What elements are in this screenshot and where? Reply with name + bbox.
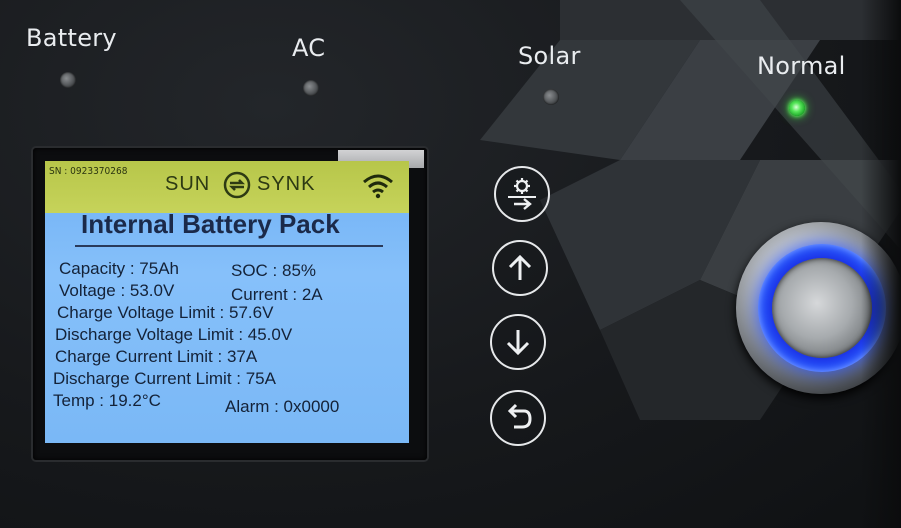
charge-voltage-limit: Charge Voltage Limit : 57.6V <box>57 303 274 322</box>
brand-name-left: SUN <box>165 173 211 195</box>
down-button[interactable] <box>490 314 546 370</box>
settings-enter-button[interactable] <box>494 166 550 222</box>
temperature-value: Temp : 19.2°C <box>53 391 161 410</box>
normal-indicator-led <box>789 100 805 116</box>
alarm-value: Alarm : 0x0000 <box>225 397 340 416</box>
ac-indicator-led <box>303 80 319 96</box>
lcd-header-bar: SN : 0923370268 SUN SYNK <box>45 161 409 213</box>
solar-indicator-label: Solar <box>518 42 581 70</box>
current-value: Current : 2A <box>231 285 323 304</box>
lcd-screen: SN : 0923370268 SUN SYNK Internal Batter… <box>45 161 409 443</box>
return-icon <box>507 403 532 429</box>
serial-number: SN : 0923370268 <box>49 166 128 177</box>
arrow-up-icon <box>508 254 532 280</box>
panel-edge-shadow <box>861 0 901 528</box>
sunsynk-logo-icon <box>223 171 251 199</box>
up-button[interactable] <box>492 240 548 296</box>
normal-indicator-label: Normal <box>757 52 846 80</box>
brand-name-right: SYNK <box>257 173 316 195</box>
power-button[interactable] <box>772 258 872 358</box>
battery-indicator-label: Battery <box>26 24 117 52</box>
gear-arrow-icon <box>508 178 536 210</box>
discharge-voltage-limit: Discharge Voltage Limit : 45.0V <box>55 325 293 344</box>
discharge-current-limit: Discharge Current Limit : 75A <box>53 369 276 388</box>
capacity-value: Capacity : 75Ah <box>59 259 180 278</box>
voltage-value: Voltage : 53.0V <box>59 281 175 300</box>
ac-indicator-label: AC <box>292 34 326 62</box>
arrow-down-icon <box>506 330 530 356</box>
page-title: Internal Battery Pack <box>81 209 340 239</box>
soc-value: SOC : 85% <box>231 261 317 280</box>
battery-indicator-led <box>60 72 76 88</box>
inverter-panel: Battery AC Solar Normal SN : 0923370268 … <box>0 0 901 528</box>
back-button[interactable] <box>490 390 546 446</box>
wifi-icon <box>363 174 393 199</box>
solar-indicator-led <box>543 89 559 105</box>
charge-current-limit: Charge Current Limit : 37A <box>55 347 258 366</box>
title-underline <box>75 245 383 247</box>
